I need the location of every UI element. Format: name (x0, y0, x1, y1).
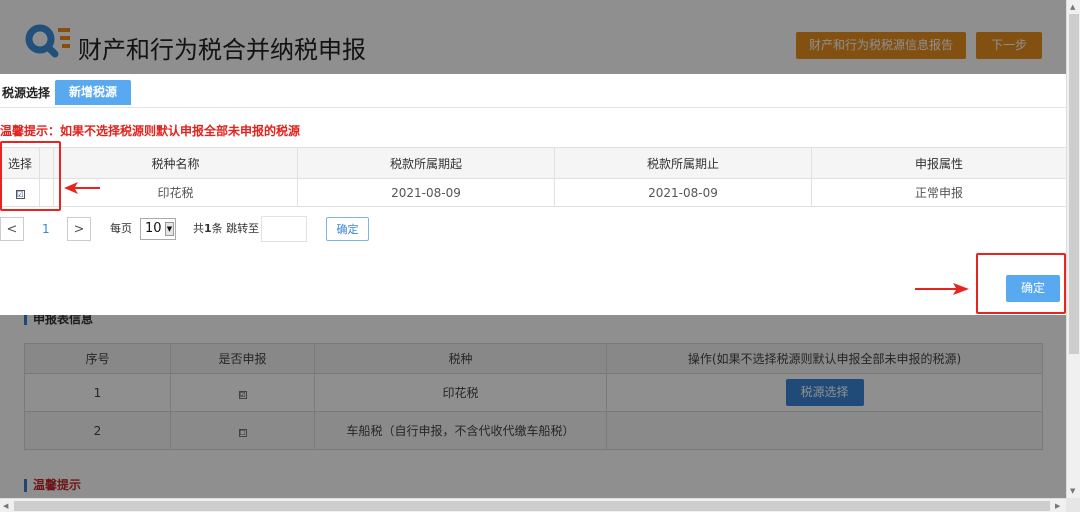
jump-confirm-button[interactable]: 确定 (326, 217, 369, 241)
pagination-prev-button[interactable]: < (0, 217, 24, 241)
scroll-right-icon[interactable]: ▶ (1055, 501, 1060, 511)
arrow-right-icon (915, 283, 969, 295)
scrollbar-corner (1066, 498, 1080, 512)
row-period-start: 2021-08-09 (297, 178, 555, 207)
pagination-current-page[interactable]: 1 (42, 217, 50, 241)
column-header-attribute: 申报属性 (811, 147, 1067, 179)
tab-add-tax-source[interactable]: 新增税源 (55, 80, 131, 105)
total-suffix: 条 跳转至 (211, 222, 260, 235)
highlight-box-select-column (0, 141, 61, 211)
horizontal-scrollbar[interactable]: ◀ ▶ (0, 498, 1066, 512)
table-row[interactable]: ☑ 印花税 2021-08-09 2021-08-09 正常申报 (0, 178, 1067, 207)
tax-source-modal: 税源选择 新增税源 温馨提示：如果不选择税源则默认申报全部未申报的税源 选择 税… (0, 74, 1067, 315)
row-attribute: 正常申报 (811, 178, 1067, 207)
scroll-down-icon[interactable]: ▼ (1070, 486, 1075, 496)
modal-tab-bar: 税源选择 新增税源 (0, 74, 1066, 108)
total-count: 1 (204, 222, 212, 235)
row-period-end: 2021-08-09 (554, 178, 812, 207)
column-header-tax-name: 税种名称 (53, 147, 298, 179)
vertical-scrollbar[interactable]: ▲ ▼ (1066, 0, 1080, 498)
dropdown-arrow-icon: ▼ (165, 222, 174, 236)
tax-source-table: 选择 税种名称 税款所属期起 税款所属期止 申报属性 ☑ 印花税 2021-08… (0, 147, 1067, 207)
total-prefix: 共 (193, 222, 204, 235)
page-size-value: 10 (145, 221, 162, 236)
column-header-period-start: 税款所属期起 (297, 147, 555, 179)
highlight-box-confirm-button (976, 253, 1066, 314)
jump-page-input[interactable] (261, 216, 307, 242)
column-header-period-end: 税款所属期止 (554, 147, 812, 179)
scroll-left-icon[interactable]: ◀ (3, 501, 8, 511)
pagination-next-button[interactable]: > (67, 217, 91, 241)
page-size-select[interactable]: 10 ▼ (140, 218, 176, 240)
scroll-up-icon[interactable]: ▲ (1070, 2, 1075, 12)
table-header-row: 选择 税种名称 税款所属期起 税款所属期止 申报属性 (0, 147, 1067, 179)
horizontal-scroll-thumb[interactable] (14, 501, 1050, 511)
per-page-label: 每页 (110, 222, 132, 235)
arrow-left-icon (64, 182, 100, 194)
vertical-scroll-thumb[interactable] (1069, 14, 1079, 354)
tab-tax-source-select[interactable]: 税源选择 (2, 84, 50, 101)
total-count-label: 共1条 跳转至 (193, 217, 259, 241)
warm-tip-message: 温馨提示：如果不选择税源则默认申报全部未申报的税源 (0, 124, 301, 138)
